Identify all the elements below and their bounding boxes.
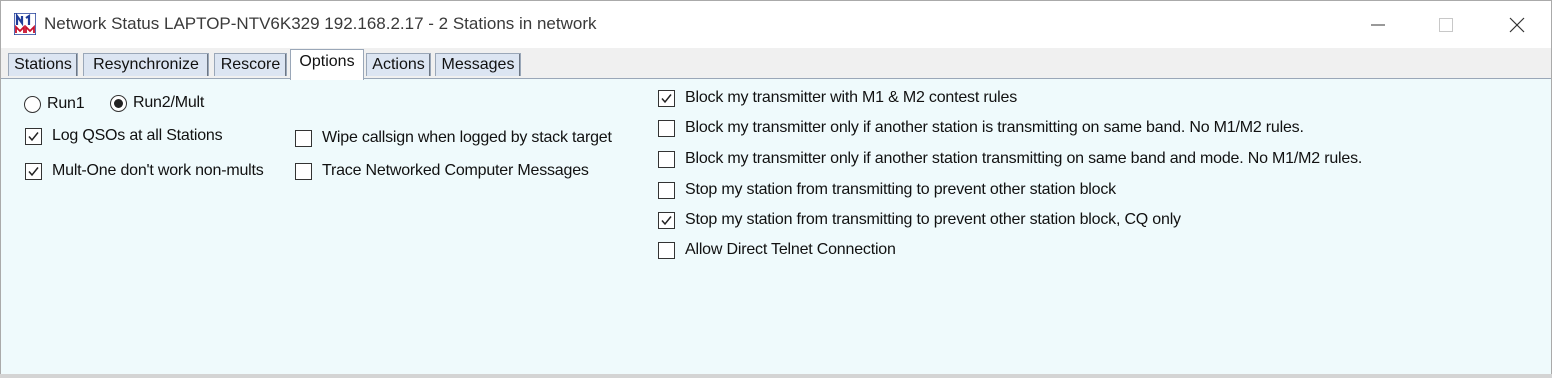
stop-transmitting-cq-label: Stop my station from transmitting to pre… [685, 211, 1181, 228]
tab-resynchronize[interactable]: Resynchronize [83, 53, 209, 76]
options-panel: Run1 Run2/Mult Log QSOs at all Stations … [1, 78, 1551, 378]
stop-transmitting-cq-checkbox[interactable] [658, 211, 675, 229]
log-qsos-all-stations-option[interactable]: Log QSOs at all Stations [25, 127, 223, 145]
n1mm-logo-icon [13, 12, 37, 36]
wipe-callsign-label: Wipe callsign when logged by stack targe… [322, 129, 612, 146]
maximize-icon [1439, 17, 1453, 32]
tab-actions[interactable]: Actions [366, 53, 431, 76]
checkmark-icon [661, 93, 672, 103]
block-m1-m2-checkbox[interactable] [658, 89, 675, 107]
tab-stations[interactable]: Stations [8, 53, 78, 76]
checkmark-icon [661, 215, 672, 225]
checkmark-icon [28, 166, 39, 176]
tab-strip: Stations Resynchronize Rescore Options A… [1, 48, 1551, 80]
run2-mult-radio[interactable]: Run2/Mult [110, 94, 208, 112]
stop-transmitting-cq-option[interactable]: Stop my station from transmitting to pre… [658, 211, 1181, 229]
log-qsos-all-stations-label: Log QSOs at all Stations [52, 127, 223, 144]
window-title: Network Status LAPTOP-NTV6K329 192.168.2… [44, 14, 597, 33]
block-same-band-label: Block my transmitter only if another sta… [685, 119, 1304, 136]
trace-messages-checkbox[interactable] [295, 162, 312, 180]
mult-one-non-mults-option[interactable]: Mult-One don't work non-mults [25, 162, 264, 180]
block-same-band-option[interactable]: Block my transmitter only if another sta… [658, 119, 1304, 137]
block-same-band-mode-checkbox[interactable] [658, 150, 675, 168]
block-same-band-mode-label: Block my transmitter only if another sta… [685, 150, 1363, 167]
allow-telnet-checkbox[interactable] [658, 241, 675, 259]
mult-one-non-mults-label: Mult-One don't work non-mults [52, 162, 264, 179]
trace-messages-label: Trace Networked Computer Messages [322, 162, 589, 179]
trace-messages-option[interactable]: Trace Networked Computer Messages [295, 162, 589, 180]
network-status-window: Network Status LAPTOP-NTV6K329 192.168.2… [0, 0, 1552, 378]
allow-telnet-option[interactable]: Allow Direct Telnet Connection [658, 241, 896, 259]
close-button[interactable] [1482, 1, 1552, 48]
run1-label: Run1 [47, 95, 85, 112]
tab-options[interactable]: Options [290, 49, 364, 80]
mult-one-non-mults-checkbox[interactable] [25, 162, 42, 180]
block-same-band-mode-option[interactable]: Block my transmitter only if another sta… [658, 150, 1362, 168]
stop-transmitting-option[interactable]: Stop my station from transmitting to pre… [658, 181, 1116, 199]
minimize-icon [1371, 24, 1385, 25]
stop-transmitting-checkbox[interactable] [658, 181, 675, 199]
run2-mult-label: Run2/Mult [133, 94, 205, 111]
close-icon [1509, 17, 1525, 32]
run1-radio[interactable]: Run1 [24, 95, 85, 113]
wipe-callsign-checkbox[interactable] [295, 129, 312, 147]
block-same-band-checkbox[interactable] [658, 119, 675, 137]
run1-radio-button[interactable] [24, 95, 41, 113]
block-m1-m2-label: Block my transmitter with M1 & M2 contes… [685, 89, 1018, 106]
stop-transmitting-label: Stop my station from transmitting to pre… [685, 181, 1116, 198]
title-bar[interactable]: Network Status LAPTOP-NTV6K329 192.168.2… [1, 1, 1551, 48]
tab-rescore[interactable]: Rescore [214, 53, 287, 76]
tab-messages[interactable]: Messages [435, 53, 521, 76]
window-bottom-edge [0, 374, 1552, 378]
checkmark-icon [28, 131, 39, 141]
allow-telnet-label: Allow Direct Telnet Connection [685, 241, 896, 258]
minimize-button[interactable] [1343, 1, 1413, 48]
run2-mult-radio-button[interactable] [110, 94, 127, 112]
wipe-callsign-option[interactable]: Wipe callsign when logged by stack targe… [295, 129, 612, 147]
log-qsos-all-stations-checkbox[interactable] [25, 127, 42, 145]
maximize-button[interactable] [1411, 1, 1481, 48]
block-m1-m2-option[interactable]: Block my transmitter with M1 & M2 contes… [658, 89, 1017, 107]
